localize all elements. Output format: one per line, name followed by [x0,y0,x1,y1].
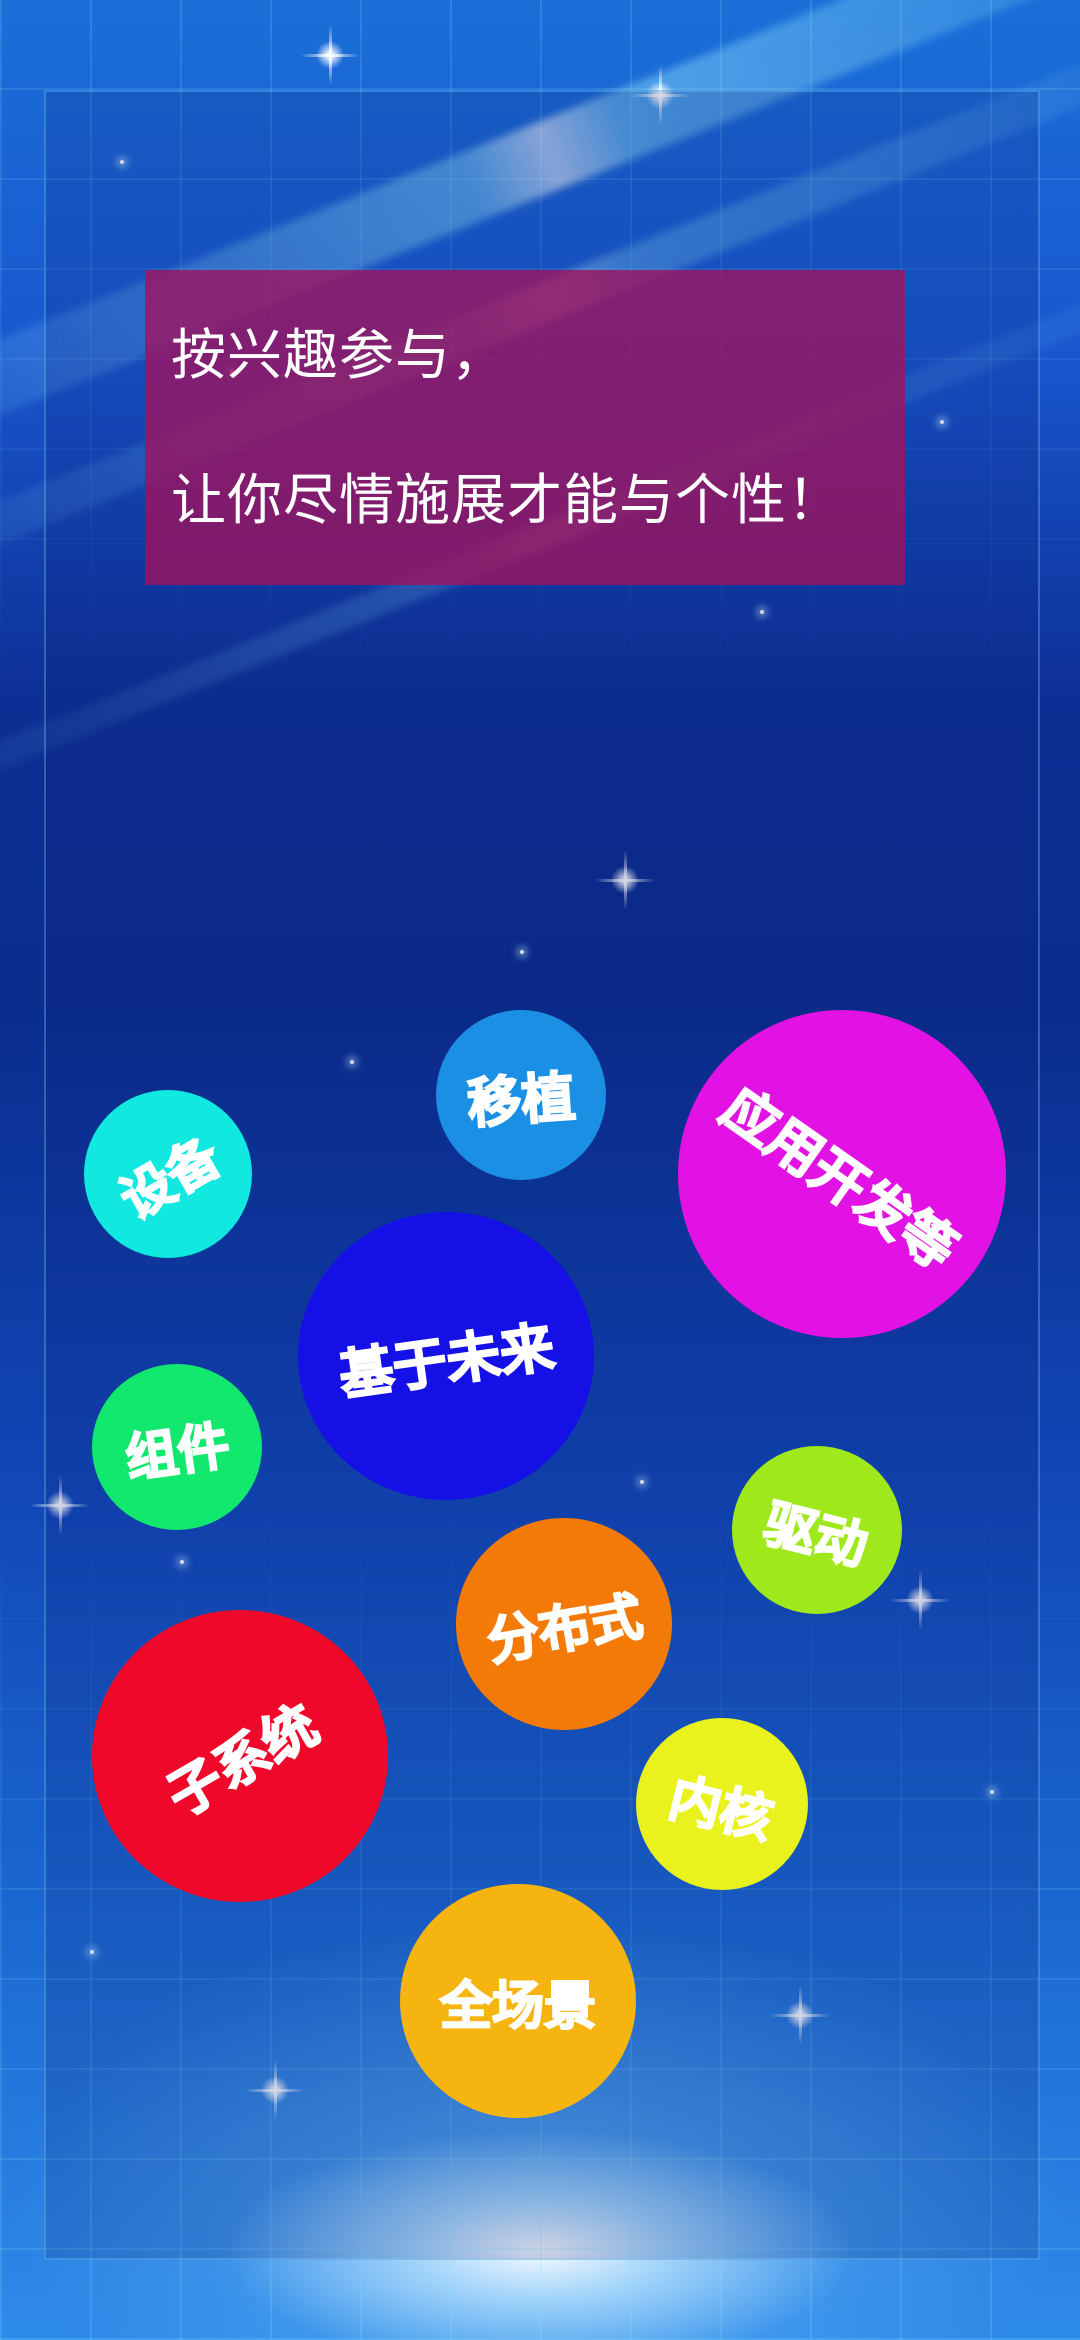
bubble-label: 内核 [662,1767,779,1852]
bubble-neihe[interactable]: 内核 [636,1718,808,1890]
headline-card: 按兴趣参与， 让你尽情施展才能与个性！ [145,270,905,585]
bubble-label: 移植 [464,1064,578,1136]
bubble-zixitong[interactable]: 子系统 [92,1610,388,1902]
bubble-label: 应用开发等 [709,1074,968,1282]
bubble-label: 基于未来 [334,1314,559,1408]
bubble-label: 组件 [121,1415,234,1491]
bubble-fenbushi[interactable]: 分布式 [456,1518,672,1730]
bubble-label: 驱动 [757,1493,874,1578]
bubble-label: 全场景 [439,1976,597,2038]
headline-line-1: 按兴趣参与， [171,323,508,387]
bubble-label: 分布式 [482,1585,648,1673]
bubble-qudong[interactable]: 驱动 [732,1446,902,1614]
bubble-quanchangjing[interactable]: 全场景 [400,1884,636,2118]
bubble-zujian[interactable]: 组件 [92,1364,262,1530]
bubble-jiyu[interactable]: 基于未来 [298,1212,594,1500]
bubble-yizhi[interactable]: 移植 [436,1010,606,1180]
bubble-shebei[interactable]: 设备 [84,1090,252,1258]
bubble-label: 子系统 [156,1692,330,1830]
sparkle [300,25,360,85]
faint-watermark [460,770,660,850]
headline-line-2: 让你尽情施展才能与个性！ [171,468,844,532]
bubble-label: 设备 [110,1126,232,1232]
bubble-yingyong[interactable]: 应用开发等 [678,1010,1006,1338]
